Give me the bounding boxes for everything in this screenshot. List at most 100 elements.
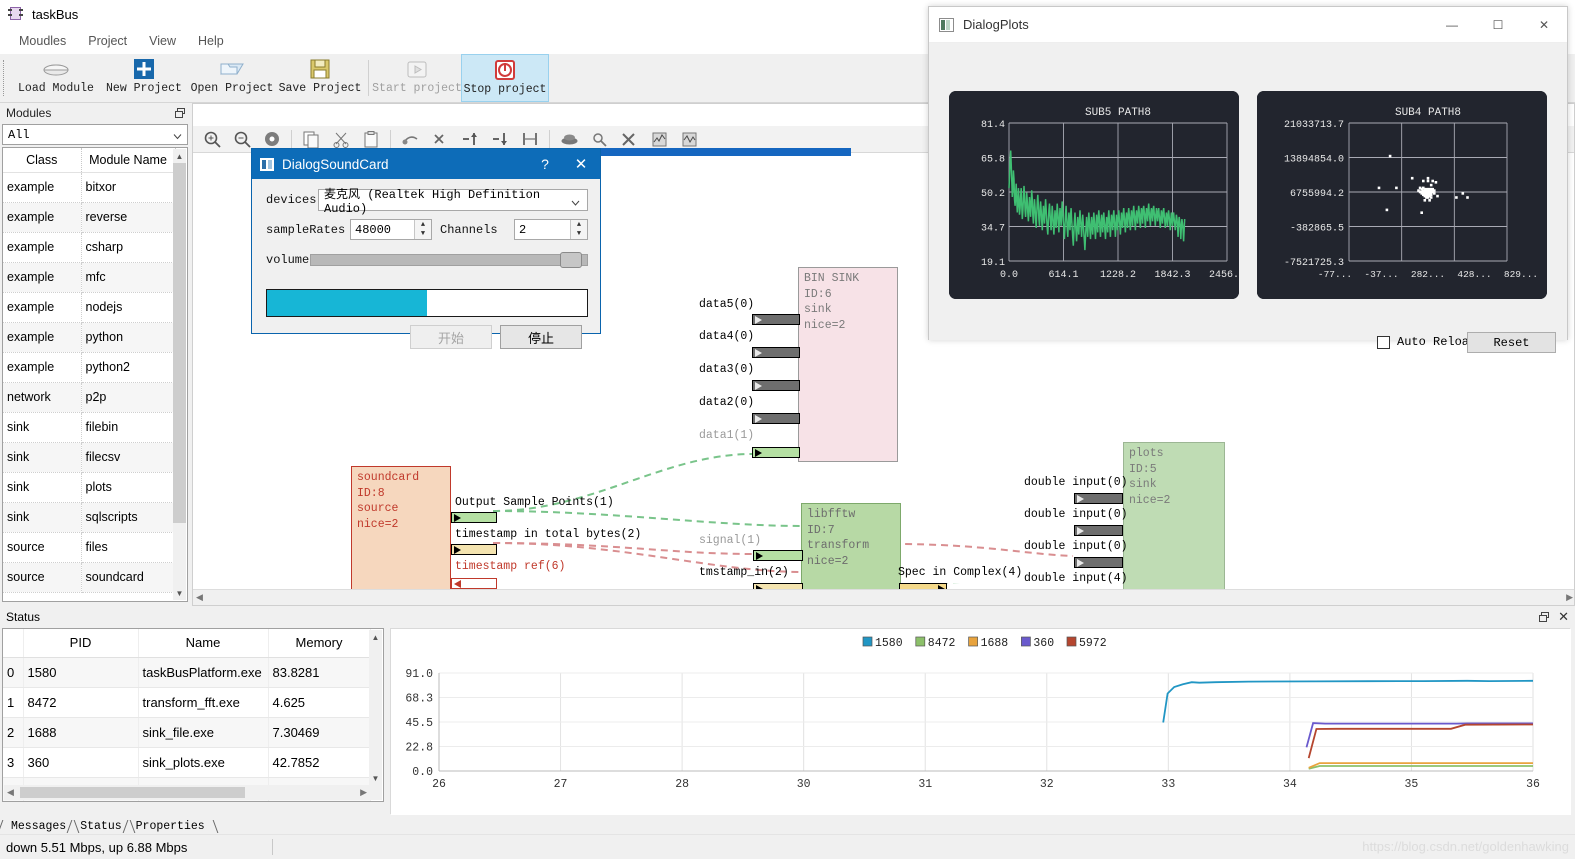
stop-button[interactable]: 停止 (500, 325, 582, 349)
port-bin-sink-in-4[interactable] (752, 347, 800, 358)
start-project-button[interactable]: Start project (372, 54, 462, 102)
table-row[interactable]: 3 360 sink_plots.exe 42.7852 (3, 747, 371, 778)
status-float-icon[interactable] (1539, 611, 1550, 623)
menu-item-view[interactable]: View (138, 31, 187, 51)
port-plots-in-1[interactable] (1074, 493, 1123, 504)
modules-row[interactable]: sink filecsv (3, 442, 176, 473)
port-libfftw-in-signal[interactable] (753, 550, 803, 561)
node-bin-sink[interactable]: BIN SINK ID:6 sink nice=2 (798, 267, 898, 462)
node-soundcard[interactable]: soundcard ID:8 source nice=2 (351, 466, 451, 602)
modules-scrollbar[interactable]: ▲ ▼ (173, 149, 186, 600)
modules-row[interactable]: example reverse (3, 202, 176, 233)
devices-combo[interactable]: 麦克风 (Realtek High Definition Audio) (318, 188, 588, 216)
row-index: 3 (3, 747, 24, 778)
port-plots-in-2[interactable] (1074, 525, 1123, 536)
scroll-down-icon[interactable]: ▼ (369, 771, 382, 785)
channels-spinbox[interactable]: 2 ▲ ▼ (514, 219, 588, 240)
module-filter-combo[interactable]: All (2, 124, 188, 145)
table-row[interactable]: 2 1688 sink_file.exe 7.30469 (3, 717, 371, 748)
volume-slider-handle[interactable] (560, 252, 583, 268)
modules-row[interactable]: sink plots (3, 472, 176, 503)
port-bin-sink-in-1[interactable] (752, 447, 800, 458)
zoom-in-icon[interactable] (197, 127, 227, 151)
port-soundcard-in-ref[interactable] (451, 578, 497, 589)
tab-messages[interactable]: Messages (0, 820, 80, 833)
checkbox-box[interactable] (1377, 335, 1390, 349)
stop-project-button[interactable]: Stop project (461, 54, 549, 102)
modules-row[interactable]: example python2 (3, 352, 176, 383)
menu-item-moudles[interactable]: Moudles (8, 31, 77, 51)
help-button[interactable]: ? (528, 156, 562, 172)
maximize-button[interactable]: ☐ (1475, 7, 1521, 43)
status-close-icon[interactable]: ✕ (1558, 609, 1569, 625)
modules-row[interactable]: source soundcard (3, 562, 176, 593)
tab-properties[interactable]: Properties (122, 820, 219, 833)
dialog-soundcard[interactable]: DialogSoundCard ? ✕ devices 麦克风 (Realtek… (251, 148, 601, 349)
save-project-button[interactable]: Save Project (276, 54, 364, 102)
spin-up-icon[interactable]: ▲ (415, 220, 431, 230)
menu-item-help[interactable]: Help (187, 31, 235, 51)
auto-reload-checkbox[interactable]: Auto Reload (1377, 335, 1476, 349)
plot-sub5-path8[interactable]: SUB5 PATH8 81.4 65.8 50.2 34.7 19.1 0.0 614.1 12… (949, 91, 1239, 299)
open-project-button[interactable]: Open Project (188, 54, 276, 102)
modules-row[interactable]: sink filebin (3, 412, 176, 443)
port-bin-sink-in-5[interactable] (752, 314, 800, 325)
spinner-arrows[interactable]: ▲ ▼ (570, 220, 587, 239)
plot-sub4-path8[interactable]: SUB4 PATH8 21033713.7 13894854.0 6755994.2 -… (1257, 91, 1547, 299)
scroll-down-icon[interactable]: ▼ (173, 586, 186, 600)
close-button[interactable]: ✕ (1521, 7, 1567, 43)
modules-row[interactable]: example bitxor (3, 172, 176, 203)
modules-row[interactable]: example mfc (3, 262, 176, 293)
volume-slider-track[interactable] (310, 254, 588, 266)
tab-status[interactable]: Status (66, 820, 136, 833)
minimize-button[interactable]: — (1429, 7, 1475, 43)
scroll-thumb[interactable] (369, 644, 382, 764)
sampleRates-value: 48000 (355, 222, 392, 237)
scroll-right-icon[interactable]: ▶ (360, 787, 370, 798)
scroll-up-icon[interactable]: ▲ (369, 630, 382, 644)
load-module-button[interactable]: Load Module (12, 54, 100, 102)
process-hscrollbar[interactable]: ◀ ▶ (4, 785, 370, 800)
scroll-up-icon[interactable]: ▲ (173, 149, 186, 163)
toolbar-grip[interactable] (3, 60, 10, 96)
scroll-thumb[interactable] (173, 163, 186, 523)
menu-item-project[interactable]: Project (77, 31, 138, 51)
spinner-arrows[interactable]: ▲ ▼ (414, 220, 431, 239)
spin-up-icon[interactable]: ▲ (571, 220, 587, 230)
module-class: source (3, 532, 82, 563)
port-bin-sink-in-2[interactable] (752, 413, 800, 424)
start-button[interactable]: 开始 (410, 325, 492, 349)
hscroll-thumb[interactable] (20, 787, 245, 798)
dialog-plots[interactable]: DialogPlots — ☐ ✕ SUB5 PATH8 81.4 65.8 50.2… (928, 6, 1568, 353)
reset-button[interactable]: Reset (1467, 332, 1556, 353)
float-dock-icon[interactable] (175, 107, 186, 119)
modules-row[interactable]: example nodejs (3, 292, 176, 323)
modules-row[interactable]: network p2p (3, 382, 176, 413)
modules-row[interactable]: example python (3, 322, 176, 353)
disk-icon (41, 57, 71, 81)
scroll-left-icon[interactable]: ◀ (4, 787, 14, 798)
process-table[interactable]: PID Name Memory 0 1580 taskBusPlatform.exe… (2, 628, 384, 802)
scroll-right-icon[interactable]: ▶ (1566, 592, 1573, 603)
port-soundcard-out-1[interactable] (451, 512, 497, 523)
modules-row[interactable]: example csharp (3, 232, 176, 263)
modules-row[interactable]: source files (3, 532, 176, 563)
port-plots-in-3[interactable] (1074, 557, 1123, 568)
node-plots[interactable]: plots ID:5 sink nice=2 (1123, 442, 1225, 605)
port-arrow-right-icon (1077, 559, 1084, 567)
modules-row[interactable]: sink sqlscripts (3, 502, 176, 533)
sampleRates-spinbox[interactable]: 48000 ▲ ▼ (350, 219, 432, 240)
new-project-button[interactable]: New Project (100, 54, 188, 102)
modules-table[interactable]: Class Module Name example bitxor example re… (2, 147, 188, 602)
table-row[interactable]: 0 1580 taskBusPlatform.exe 83.8281 (3, 657, 371, 688)
canvas-horizontal-scrollbar[interactable]: ◀ ▶ (193, 589, 1574, 605)
close-button[interactable]: ✕ (562, 155, 600, 173)
table-row[interactable]: 1 8472 transform_fft.exe 4.625 (3, 687, 371, 718)
port-soundcard-out-2[interactable] (451, 544, 497, 555)
port-bin-sink-in-3[interactable] (752, 380, 800, 391)
spin-down-icon[interactable]: ▼ (415, 230, 431, 240)
proc-col-name: Name (138, 629, 269, 658)
scroll-left-icon[interactable]: ◀ (196, 592, 203, 603)
process-scrollbar[interactable]: ▲ ▼ (369, 630, 382, 800)
spin-down-icon[interactable]: ▼ (571, 230, 587, 240)
